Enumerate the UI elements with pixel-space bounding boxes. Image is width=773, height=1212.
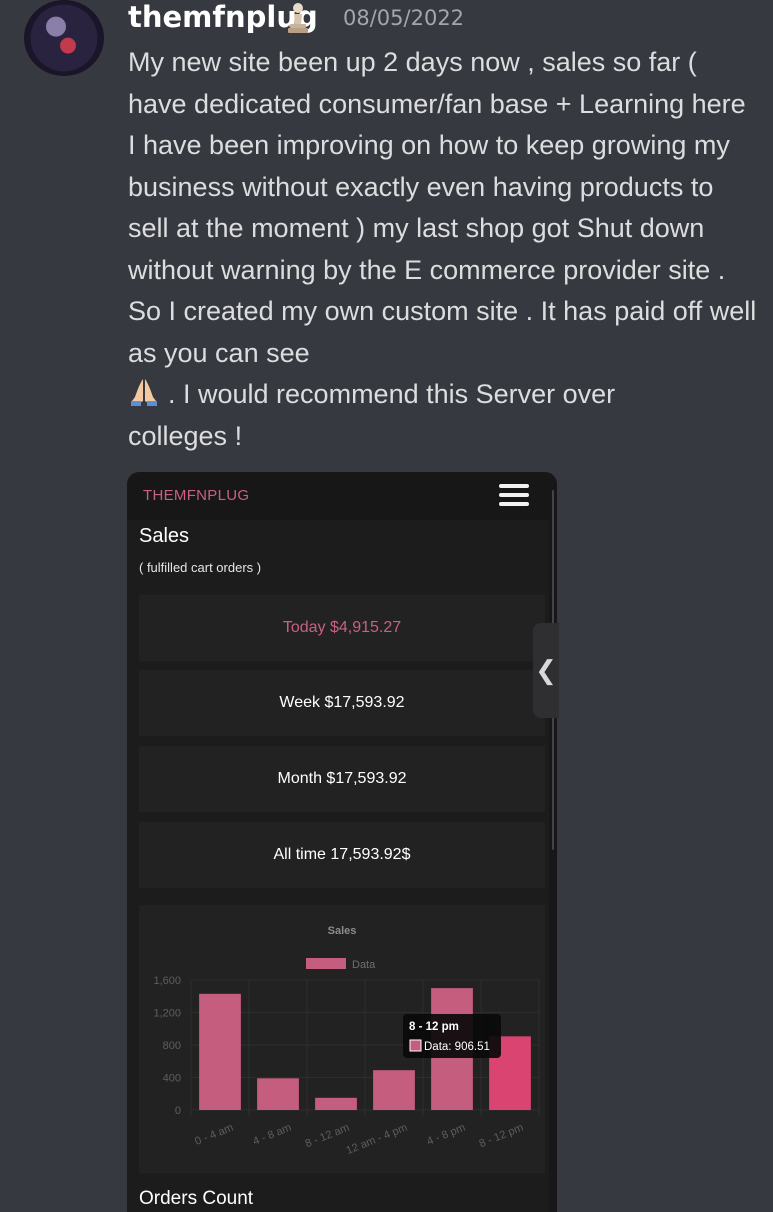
message-text: My new site been up 2 days now , sales s… <box>128 47 757 368</box>
message-timestamp: 08/05/2022 <box>343 6 465 30</box>
tooltip-label: Data: 906.51 <box>424 1041 490 1053</box>
today-sales-card[interactable]: Today $4,915.27 <box>139 595 545 661</box>
sales-chart[interactable]: Sales Data 0 400 800 1,200 1,600 0 - 4 am 4 -… <box>139 905 545 1173</box>
x-tick-label: 8 - 12 pm <box>478 1122 526 1151</box>
orders-count-heading: Orders Count <box>139 1188 254 1209</box>
x-tick-label: 4 - 8 pm <box>425 1122 467 1148</box>
chart-title: Sales <box>328 925 357 937</box>
sales-heading: Sales <box>139 525 190 547</box>
chevron-left-icon[interactable]: ❮ <box>533 623 559 718</box>
x-tick-label: 4 - 8 am <box>251 1122 293 1148</box>
tooltip-swatch <box>409 1039 422 1052</box>
sales-subheading: ( fulfilled cart orders ) <box>139 560 262 575</box>
app-title: THEMFNPLUG <box>143 487 250 504</box>
tooltip-title: 8 - 12 pm <box>409 1021 459 1033</box>
y-tick-label: 0 <box>175 1105 181 1117</box>
month-sales-card[interactable]: Month $17,593.92 <box>139 746 545 812</box>
y-tick-label: 400 <box>163 1073 181 1085</box>
screenshot-attachment[interactable]: THEMFNPLUG Sales ( fulfilled cart orders… <box>127 472 557 1212</box>
hamburger-menu-icon[interactable] <box>499 480 529 510</box>
legend-label: Data <box>352 959 376 971</box>
y-tick-label: 800 <box>163 1040 181 1052</box>
week-sales-card[interactable]: Week $17,593.92 <box>139 670 545 736</box>
all-time-sales-card[interactable]: All time 17,593.92$ <box>139 822 545 888</box>
y-tick-label: 1,200 <box>153 1008 181 1020</box>
avatar[interactable] <box>24 0 104 76</box>
sales-chart-card: Sales Data 0 400 800 1,200 1,600 0 - 4 am 4 -… <box>139 905 545 1173</box>
y-tick-label: 1,600 <box>153 975 181 987</box>
chart-bar <box>257 1078 299 1110</box>
message-text-end: colleges ! <box>128 420 243 451</box>
chess-pawn-icon <box>288 3 308 33</box>
legend-swatch <box>306 958 346 969</box>
chart-bar <box>315 1097 357 1110</box>
chart-bar <box>199 993 241 1110</box>
chart-bar <box>373 1070 415 1110</box>
x-tick-label: 12 am - 4 pm <box>345 1122 410 1157</box>
x-tick-label: 0 - 4 am <box>193 1122 235 1148</box>
folded-hands-icon <box>131 379 157 406</box>
message-text-tail: . I would recommend this Server over <box>168 379 616 409</box>
message-content: My new site been up 2 days now , sales s… <box>128 42 758 457</box>
